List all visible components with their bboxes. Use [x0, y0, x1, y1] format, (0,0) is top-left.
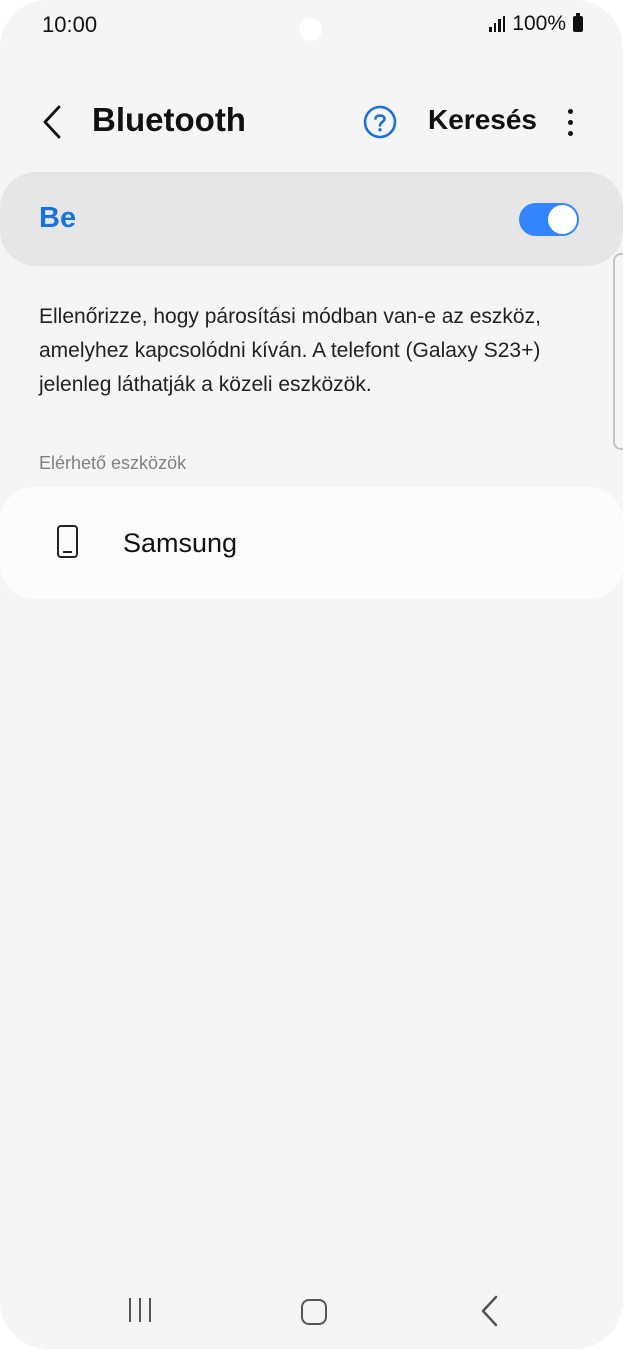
battery-icon [573, 13, 583, 32]
help-button[interactable] [362, 104, 398, 140]
recent-bar-icon [129, 1298, 131, 1322]
status-indicators: 100% [489, 12, 583, 36]
front-camera [299, 18, 322, 41]
nav-back-button[interactable] [474, 1294, 504, 1328]
available-devices-header: Elérhető eszközök [39, 453, 187, 473]
bluetooth-switch[interactable] [519, 203, 579, 236]
nav-back-icon [481, 1295, 498, 1327]
page-title: Bluetooth [92, 101, 246, 138]
screen: 10:00 100% Bluetooth Keresés Be Ellenőri… [0, 0, 623, 1349]
device-name: Samsung [123, 528, 238, 558]
toggle-label: Be [39, 202, 77, 234]
battery-percent: 100% [512, 12, 566, 35]
more-options-button[interactable] [556, 100, 584, 144]
pairing-description: Ellenőrizze, hogy párosítási módban van-… [39, 305, 541, 396]
more-dot-icon [567, 130, 573, 136]
bluetooth-toggle-row[interactable]: Be [0, 172, 623, 266]
more-dot-icon [567, 119, 573, 125]
recent-apps-button[interactable] [120, 1292, 160, 1328]
recent-bar-icon [139, 1298, 141, 1322]
switch-knob [548, 205, 577, 234]
scroll-handle[interactable] [613, 253, 623, 450]
home-button[interactable] [301, 1299, 327, 1325]
more-dot-icon [567, 108, 573, 114]
help-icon [363, 105, 397, 139]
back-button[interactable] [30, 100, 74, 144]
device-item-samsung[interactable]: Samsung [0, 487, 623, 599]
smartphone-icon [57, 525, 78, 558]
recent-bar-icon [149, 1298, 151, 1322]
status-time: 10:00 [42, 12, 98, 37]
signal-icon [489, 16, 506, 32]
chevron-left-icon [43, 105, 61, 139]
search-button[interactable]: Keresés [428, 104, 537, 136]
